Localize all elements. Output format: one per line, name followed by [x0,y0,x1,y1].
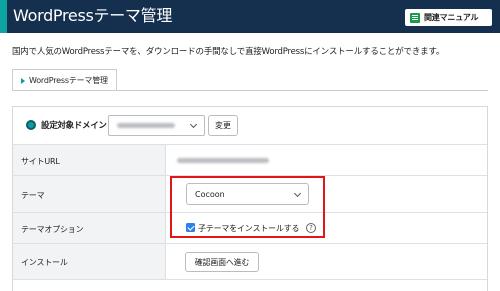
install-row: インストール 確認画面へ進む [13,244,487,280]
chevron-down-icon [189,120,198,129]
page-header: WordPressテーマ管理 関連マニュアル [0,0,500,33]
site-url-row: サイトURL [13,145,487,176]
page-title: WordPressテーマ管理 [13,6,173,25]
row-label-cell: サイトURL [13,145,166,175]
row-label-cell: インストール [13,244,166,279]
change-domain-button[interactable]: 変更 [208,115,238,136]
domain-row: 設定対象ドメイン 変更 [13,107,487,145]
tab-label: WordPressテーマ管理 [29,76,108,85]
row-label-cell: テーマオプション [13,213,166,243]
redacted-domain [117,123,175,128]
theme-option-label: テーマオプション [21,225,84,234]
page-description: 国内で人気のWordPressテーマを、ダウンロードの手間なしで直接WordPr… [12,47,445,57]
tab-divider [12,90,488,91]
proceed-to-confirm-button[interactable]: 確認画面へ進む [185,252,259,272]
book-icon [410,12,420,23]
theme-label: テーマ [21,191,45,200]
related-manual-button[interactable]: 関連マニュアル [405,9,492,26]
domain-select[interactable] [108,115,205,136]
header-accent-bar [0,0,7,33]
radio-indicator-icon [26,120,36,130]
site-url-label: サイトURL [21,157,60,166]
domain-label: 設定対象ドメイン [41,121,107,131]
install-label: インストール [21,258,68,267]
tab-wordpress-theme[interactable]: WordPressテーマ管理 [12,69,117,91]
redacted-site-url [177,158,269,163]
triangle-right-icon [21,77,25,84]
row-label-cell: テーマ [13,176,166,212]
highlight-box [170,176,325,238]
related-manual-label: 関連マニュアル [424,13,479,22]
